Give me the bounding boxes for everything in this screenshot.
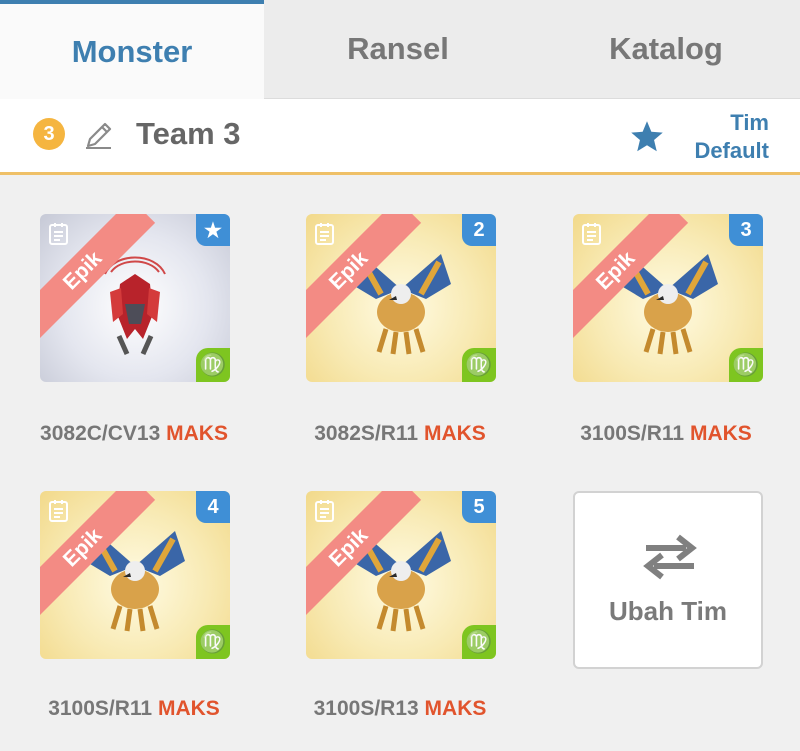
default-team-label-line1: Tim (730, 110, 769, 135)
monster-caption: 3100S/R13 MAKS (270, 697, 530, 721)
monster-caption: 3082C/CV13 MAKS (4, 422, 264, 446)
swap-team-label: Ubah Tim (609, 596, 727, 626)
team-name: Team 3 (136, 116, 241, 151)
monster-caption: 3082S/R11 MAKS (270, 422, 530, 446)
swap-arrows-icon (643, 534, 697, 580)
monster-code: 3082C/CV13 (40, 422, 161, 445)
monster-level: MAKS (689, 422, 752, 445)
monster-caption: 3100S/R11 MAKS (536, 422, 796, 446)
default-team-button[interactable]: Tim Default (694, 109, 769, 165)
document-icon (49, 223, 68, 245)
monster-caption: 3100S/R11 MAKS (4, 697, 264, 721)
team-number-badge: 3 (33, 118, 65, 150)
monster-card[interactable]: Epik 3 ♍ (573, 214, 763, 382)
monster-level: MAKS (166, 422, 228, 445)
star-icon[interactable] (628, 119, 666, 155)
virgo-zodiac-icon: ♍ (462, 625, 496, 659)
document-icon (582, 223, 601, 245)
monster-code: 3100S/R13 (313, 697, 419, 720)
monster-code: 3100S/R11 (580, 422, 685, 445)
slot-number-badge: 4 (196, 491, 230, 523)
monster-code: 3082S/R11 (314, 422, 419, 445)
monster-card[interactable]: Epik ★ ♍ (40, 214, 230, 382)
pencil-icon[interactable] (83, 119, 115, 151)
monster-code: 3100S/R11 (48, 697, 153, 720)
monster-level: MAKS (424, 697, 487, 720)
virgo-zodiac-icon: ♍ (196, 348, 230, 382)
slot-number-badge: 2 (462, 214, 496, 246)
document-icon (315, 500, 334, 522)
tab-ransel[interactable]: Ransel (264, 0, 532, 99)
team-header: 3 Team 3 Tim Default (0, 99, 800, 175)
virgo-zodiac-icon: ♍ (196, 625, 230, 659)
monster-level: MAKS (423, 422, 486, 445)
tab-katalog[interactable]: Katalog (532, 0, 800, 99)
tab-monster[interactable]: Monster (0, 0, 264, 99)
document-icon (49, 500, 68, 522)
document-icon (315, 223, 334, 245)
monster-card[interactable]: Epik 5 ♍ (306, 491, 496, 659)
favorite-star-icon: ★ (196, 214, 230, 246)
virgo-zodiac-icon: ♍ (462, 348, 496, 382)
monster-level: MAKS (157, 697, 220, 720)
monster-card[interactable]: Epik 2 ♍ (306, 214, 496, 382)
default-team-label-line2: Default (694, 138, 769, 163)
slot-number-badge: 3 (729, 214, 763, 246)
slot-number-badge: 5 (462, 491, 496, 523)
monster-card[interactable]: Epik 4 ♍ (40, 491, 230, 659)
tab-bar: Monster Ransel Katalog (0, 0, 800, 99)
swap-team-button[interactable]: Ubah Tim (573, 491, 763, 669)
virgo-zodiac-icon: ♍ (729, 348, 763, 382)
